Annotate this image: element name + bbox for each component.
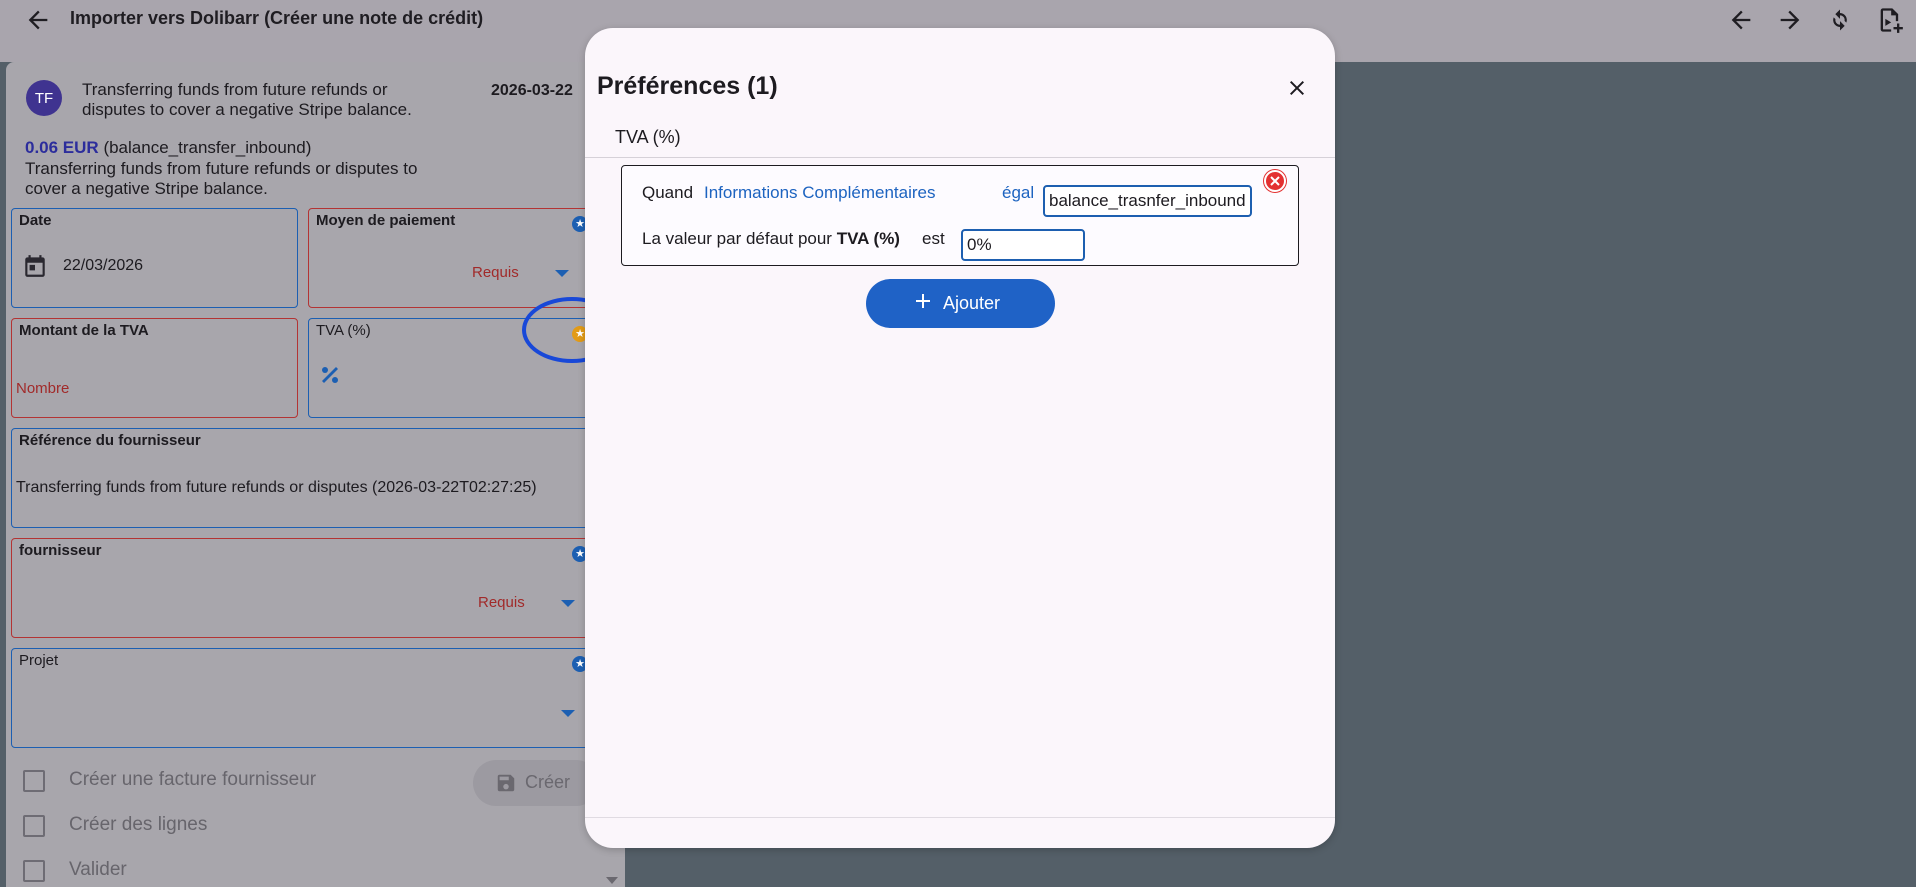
create-button-label: Créer: [525, 772, 571, 792]
percent-icon: [322, 367, 338, 383]
divider: [585, 157, 1335, 158]
create-lines-label: Créer des lignes: [69, 814, 208, 835]
chevron-down-icon[interactable]: [561, 710, 575, 717]
add-rule-button[interactable]: Ajouter: [866, 279, 1055, 328]
payment-method-hint: Requis: [472, 264, 519, 281]
rule-default-value-input[interactable]: [961, 229, 1085, 261]
rule-value-input[interactable]: [1043, 185, 1252, 217]
transaction-header-text: Transferring funds from future refunds o…: [82, 80, 412, 119]
chevron-down-icon[interactable]: [561, 600, 575, 607]
dialog-subtitle: TVA (%): [615, 127, 681, 147]
calendar-icon: [25, 255, 45, 277]
payment-method-label: Moyen de paiement: [316, 212, 456, 229]
validate-label: Valider: [69, 859, 127, 880]
delete-rule-icon[interactable]: [1264, 170, 1286, 192]
validate-checkbox[interactable]: [23, 860, 45, 882]
chevron-down-icon[interactable]: [606, 877, 618, 884]
create-invoice-label: Créer une facture fournisseur: [69, 769, 317, 790]
chevron-down-icon[interactable]: [555, 270, 569, 277]
close-icon[interactable]: [1285, 76, 1309, 100]
create-button[interactable]: Créer: [473, 760, 599, 806]
dialog-title: Préférences (1): [597, 72, 778, 100]
rule-is-text: est: [922, 229, 945, 248]
rule-operator-link[interactable]: égal: [1002, 183, 1034, 203]
supplier-reference-value: Transferring funds from future refunds o…: [16, 479, 537, 496]
arrow-left-icon[interactable]: [1727, 6, 1755, 34]
plus-icon: [916, 294, 930, 308]
project-label: Projet: [19, 652, 59, 669]
transaction-card: TF Transferring funds from future refund…: [6, 62, 600, 887]
page-title: Importer vers Dolibarr (Créer une note d…: [70, 8, 484, 28]
supplier-reference-label: Référence du fournisseur: [19, 432, 201, 449]
vat-amount-hint: Nombre: [16, 380, 70, 397]
arrow-left-icon[interactable]: [24, 6, 52, 34]
payment-method-select[interactable]: Moyen de paiement ★ Requis: [308, 208, 600, 308]
project-select[interactable]: Projet ★: [11, 648, 600, 748]
vat-amount-field[interactable]: Montant de la TVA Nombre: [11, 318, 298, 418]
date-field[interactable]: Date 22/03/2026: [11, 208, 298, 308]
rule-field-link[interactable]: Informations Complémentaires: [704, 183, 935, 203]
preference-rule: Quand Informations Complémentaires égal …: [621, 165, 1299, 266]
date-label: Date: [19, 212, 52, 229]
transaction-amount-line: 0.06 EUR (balance_transfer_inbound): [25, 138, 311, 158]
transaction-amount: 0.06 EUR: [25, 138, 99, 157]
supplier-label: fournisseur: [19, 542, 102, 559]
transaction-description: Transferring funds from future refunds o…: [25, 159, 418, 198]
vat-rate-label: TVA (%): [316, 322, 371, 339]
create-invoice-checkbox[interactable]: [23, 770, 45, 792]
rule-default-prefix: La valeur par défaut pour: [642, 229, 832, 248]
import-form-page: TF Transferring funds from future refund…: [6, 62, 600, 887]
file-add-icon[interactable]: [1876, 6, 1904, 34]
add-rule-label: Ajouter: [943, 293, 1001, 313]
rule-default-text: La valeur par défaut pour TVA (%): [642, 229, 900, 249]
divider: [585, 817, 1335, 818]
save-icon: [497, 774, 515, 792]
rule-default-field: TVA (%): [836, 229, 900, 248]
arrow-right-icon[interactable]: [1776, 6, 1804, 34]
rule-when-text: Quand: [642, 183, 694, 202]
supplier-reference-field[interactable]: Référence du fournisseur Transferring fu…: [11, 428, 600, 528]
close-icon: [1270, 176, 1280, 186]
date-value: 22/03/2026: [63, 257, 144, 274]
transaction-date: 2026-03-22: [491, 82, 573, 99]
preferences-dialog: Préférences (1) TVA (%) Quand Informatio…: [585, 28, 1335, 848]
vat-amount-label: Montant de la TVA: [19, 322, 149, 339]
supplier-select[interactable]: fournisseur ★ Requis: [11, 538, 600, 638]
refresh-icon[interactable]: [1826, 6, 1854, 34]
create-lines-checkbox[interactable]: [23, 815, 45, 837]
transaction-type: (balance_transfer_inbound): [103, 138, 312, 157]
supplier-hint: Requis: [478, 594, 525, 611]
avatar: TF: [26, 80, 62, 116]
